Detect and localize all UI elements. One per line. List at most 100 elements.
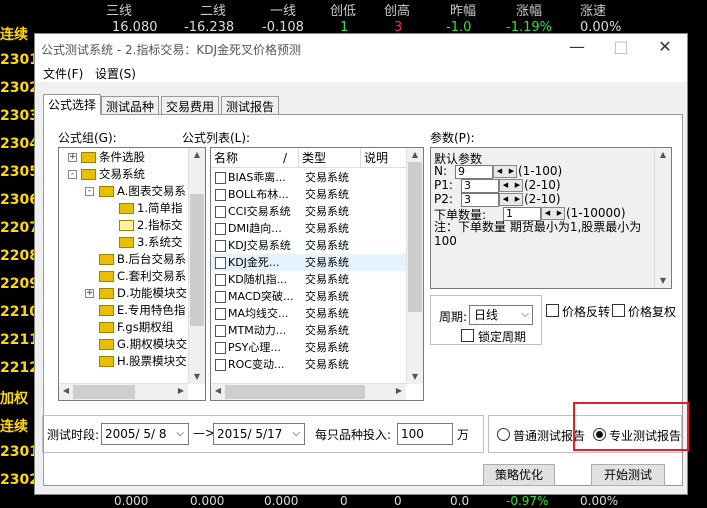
- close-button[interactable]: ✕: [643, 36, 687, 60]
- tree-item-stock-module[interactable]: H.股票模块交: [99, 353, 187, 370]
- tree-vertical-scrollbar[interactable]: ▲ ▼: [188, 148, 205, 384]
- spin-left-icon[interactable]: ◀: [542, 208, 553, 219]
- param-p2-input[interactable]: 3: [461, 193, 499, 207]
- param-note: 注：下单数量 期货最小为1,股票最小为100: [434, 220, 642, 248]
- scroll-down-icon[interactable]: ▼: [655, 274, 671, 288]
- tab-formula-select[interactable]: 公式选择: [43, 94, 101, 115]
- param-p1-input[interactable]: 3: [461, 179, 499, 193]
- scroll-left-icon[interactable]: ◀: [211, 384, 225, 400]
- folder-icon: [81, 152, 96, 163]
- scroll-thumb[interactable]: [225, 385, 365, 399]
- scroll-up-icon[interactable]: ▲: [407, 148, 423, 162]
- param-qty-spinner[interactable]: ◀ ▶: [541, 207, 565, 220]
- formula-row[interactable]: BOLL布林... 交易系统: [211, 186, 407, 203]
- tab-test-report[interactable]: 测试报告: [221, 96, 279, 114]
- param-n-input[interactable]: 9: [455, 165, 493, 179]
- formula-group-tree[interactable]: + 条件选股 - 交易系统 - A.图表交易系 1.简单指 2.指标交 3.系统…: [58, 147, 206, 401]
- formula-list-horizontal-scrollbar[interactable]: ◀ ▶: [211, 383, 406, 400]
- tree-horizontal-scrollbar[interactable]: ◀ ▶: [59, 383, 188, 400]
- invest-amount-input[interactable]: 100: [397, 423, 453, 445]
- formula-type: 交易系统: [305, 188, 349, 201]
- bg-value: 0.0: [450, 494, 470, 508]
- formula-row[interactable]: BIAS乖离... 交易系统: [211, 169, 407, 186]
- formula-list-vertical-scrollbar[interactable]: ▲ ▼: [406, 148, 423, 384]
- tree-item-options-module[interactable]: G.期权模块交: [99, 336, 187, 353]
- tree-item-backend-trading[interactable]: B.后台交易系: [99, 251, 186, 268]
- formula-type: 交易系统: [305, 171, 349, 184]
- tree-item-indicator-trading[interactable]: 2.指标交: [119, 217, 182, 234]
- title-bar[interactable]: 公式测试系统 - 2.指标交易：KDJ金死叉价格预测 — □ ✕: [35, 34, 687, 62]
- tree-item-arbitrage-trading[interactable]: C.套利交易系: [99, 268, 186, 285]
- column-name[interactable]: 名称 /: [211, 148, 299, 168]
- param-p2-spinner[interactable]: ◀ ▶: [499, 193, 523, 206]
- start-date-picker[interactable]: 2005/ 5/ 8 ⌵: [101, 423, 189, 445]
- formula-row[interactable]: MTM动力... 交易系统: [211, 322, 407, 339]
- bg-value: 0: [340, 494, 348, 508]
- tree-item-simple-indicator[interactable]: 1.简单指: [119, 200, 182, 217]
- scroll-right-icon[interactable]: ▶: [174, 384, 188, 400]
- scroll-left-icon[interactable]: ◀: [59, 384, 73, 400]
- tab-test-instruments[interactable]: 测试品种: [101, 96, 159, 114]
- minimize-button[interactable]: —: [555, 36, 599, 60]
- spin-right-icon[interactable]: ▶: [554, 208, 565, 219]
- scroll-thumb[interactable]: [73, 385, 135, 399]
- tree-item-trading-system[interactable]: 交易系统: [81, 166, 145, 183]
- maximize-button[interactable]: □: [599, 36, 643, 60]
- normal-report-radio[interactable]: [497, 428, 510, 441]
- formula-row[interactable]: KDJ交易系统 交易系统: [211, 237, 407, 254]
- lock-period-checkbox[interactable]: [461, 329, 474, 342]
- price-reverse-checkbox[interactable]: [546, 304, 559, 317]
- formula-name: DMI趋向...: [228, 222, 282, 235]
- tab-trading-fees[interactable]: 交易费用: [161, 96, 219, 114]
- tree-item-chart-trading[interactable]: A.图表交易系: [99, 183, 186, 200]
- formula-icon: [215, 172, 226, 184]
- spin-left-icon[interactable]: ◀: [500, 180, 511, 191]
- end-date-picker[interactable]: 2015/ 5/17 ⌵: [213, 423, 305, 445]
- scroll-thumb[interactable]: [408, 162, 422, 312]
- start-test-button[interactable]: 开始测试: [591, 464, 665, 486]
- column-description[interactable]: 说明: [361, 148, 407, 168]
- spin-left-icon[interactable]: ◀: [494, 166, 505, 177]
- scroll-down-icon[interactable]: ▼: [407, 370, 423, 384]
- param-n-spinner[interactable]: ◀ ▶: [493, 165, 517, 178]
- formula-row[interactable]: KD随机指... 交易系统: [211, 271, 407, 288]
- formula-row-selected[interactable]: KDJ金死... 交易系统: [211, 254, 407, 271]
- highlight-box: [573, 402, 689, 451]
- formula-row[interactable]: MA均线交... 交易系统: [211, 305, 407, 322]
- expand-icon[interactable]: +: [85, 289, 94, 298]
- formula-row[interactable]: ROC变动... 交易系统: [211, 356, 407, 373]
- scroll-up-icon[interactable]: ▲: [189, 148, 205, 162]
- formula-row[interactable]: CCI交易系统 交易系统: [211, 203, 407, 220]
- spin-right-icon[interactable]: ▶: [512, 194, 523, 205]
- scroll-down-icon[interactable]: ▼: [189, 370, 205, 384]
- param-qty-input[interactable]: 1: [503, 207, 541, 221]
- spin-right-icon[interactable]: ▶: [506, 166, 517, 177]
- formula-type: 交易系统: [305, 222, 349, 235]
- formula-list[interactable]: 名称 / 类型 说明 BIAS乖离... 交易系统 BOLL布林... 交易系统 CC…: [210, 147, 424, 401]
- collapse-icon[interactable]: -: [85, 187, 94, 196]
- period-select[interactable]: 日线 ⌵: [469, 305, 533, 325]
- spin-left-icon[interactable]: ◀: [500, 194, 511, 205]
- menu-settings[interactable]: 设置(S): [95, 65, 136, 82]
- params-vertical-scrollbar[interactable]: ▲ ▼: [654, 148, 671, 288]
- tree-item-special-indicator[interactable]: E.专用特色指: [99, 302, 185, 319]
- tree-item-gs-options[interactable]: F.gs期权组: [99, 319, 173, 336]
- scroll-thumb[interactable]: [190, 194, 204, 326]
- spin-right-icon[interactable]: ▶: [512, 180, 523, 191]
- scroll-up-icon[interactable]: ▲: [655, 148, 671, 162]
- formula-row[interactable]: MACD突破... 交易系统: [211, 288, 407, 305]
- collapse-icon[interactable]: -: [68, 170, 77, 179]
- tree-item-stock-select[interactable]: 条件选股: [81, 149, 145, 166]
- scroll-right-icon[interactable]: ▶: [392, 384, 406, 400]
- strategy-optimize-button[interactable]: 策略优化: [483, 464, 555, 486]
- formula-row[interactable]: DMI趋向... 交易系统: [211, 220, 407, 237]
- menu-file[interactable]: 文件(F): [43, 65, 83, 82]
- column-type[interactable]: 类型: [299, 148, 361, 168]
- price-rehab-checkbox[interactable]: [612, 304, 625, 317]
- tree-item-function-module[interactable]: D.功能模块交: [99, 285, 187, 302]
- tree-item-system-trading[interactable]: 3.系统交: [119, 234, 182, 251]
- param-p1-spinner[interactable]: ◀ ▶: [499, 179, 523, 192]
- expand-icon[interactable]: +: [68, 153, 77, 162]
- formula-row[interactable]: PSY心理... 交易系统: [211, 339, 407, 356]
- folder-icon: [99, 305, 114, 316]
